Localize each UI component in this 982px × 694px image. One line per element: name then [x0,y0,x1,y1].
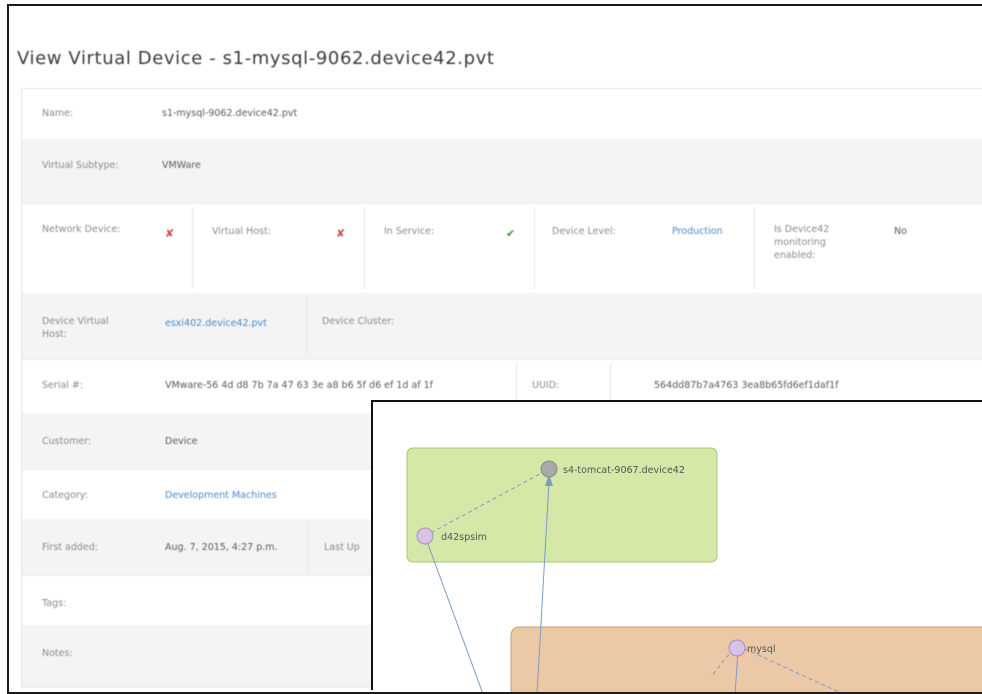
uuid-label: UUID: [532,380,560,391]
virtual-subtype-value: VMWare [162,160,201,171]
divider [364,207,365,289]
row-name: Name: s1-mysql-9062.device42.pvt [22,89,982,140]
node-spsim[interactable] [416,527,434,545]
device-level-link[interactable]: Production [672,225,723,238]
first-added-label: First added: [42,542,98,553]
name-value: s1-mysql-9062.device42.pvt [162,108,298,119]
row-virtual-subtype: Virtual Subtype: VMWare [22,139,982,204]
divider [306,297,307,355]
customer-label: Customer: [42,436,92,447]
network-device-no-icon: ✘ [165,227,175,240]
device-level-label: Device Level: [552,226,616,237]
virtual-host-no-icon: ✘ [336,227,346,240]
node-spsim-label: d42spsim [441,532,487,543]
virtual-subtype-label: Virtual Subtype: [42,160,119,171]
virtual-host-label: Virtual Host: [212,226,271,237]
page-title: View Virtual Device - s1-mysql-9062.devi… [17,48,495,69]
node-tomcat-label: s4-tomcat-9067.device42 [563,465,685,476]
name-label: Name: [42,108,74,119]
serial-label: Serial #: [42,380,84,391]
divider [308,523,309,571]
notes-label: Notes: [42,648,73,659]
row-flags: Network Device: ✘ Virtual Host: ✘ In Ser… [22,203,982,294]
device-cluster-label: Device Cluster: [322,316,395,327]
divider [192,207,193,289]
topology-graph[interactable]: s4-tomcat-9067.device42 d42spsim mysql [373,402,982,692]
tags-label: Tags: [42,598,67,609]
first-added-value: Aug. 7, 2015, 4:27 p.m. [165,542,278,553]
device-virtual-host-link[interactable]: esxi402.device42.pvt [165,317,267,330]
network-device-label: Network Device: [42,224,121,235]
customer-value: Device [165,436,198,447]
category-label: Category: [42,490,88,501]
uuid-value: 564dd87b7a4763 3ea8b65fd6ef1daf1f [654,380,839,391]
in-service-label: In Service: [384,226,435,237]
node-tomcat[interactable] [540,460,558,478]
monitoring-label: Is Device42 monitoring enabled: [774,224,830,261]
last-updated-label: Last Up [324,542,360,553]
group-orange[interactable] [510,626,982,692]
monitoring-value: No [894,226,907,237]
topology-panel[interactable]: s4-tomcat-9067.device42 d42spsim mysql [371,400,982,692]
device-virtual-host-label: Device Virtual Host: [42,316,109,340]
serial-value: VMware-56 4d d8 7b 7a 47 63 3e a8 b6 5f … [165,380,434,391]
in-service-yes-icon: ✔ [506,227,516,240]
row-device-virtual-host: Device Virtual Host: esxi402.device42.pv… [22,293,982,360]
divider [534,207,535,289]
divider [754,207,755,289]
node-mysql-label: mysql [747,644,776,655]
node-mysql[interactable] [728,639,746,657]
category-link[interactable]: Development Machines [165,489,277,502]
